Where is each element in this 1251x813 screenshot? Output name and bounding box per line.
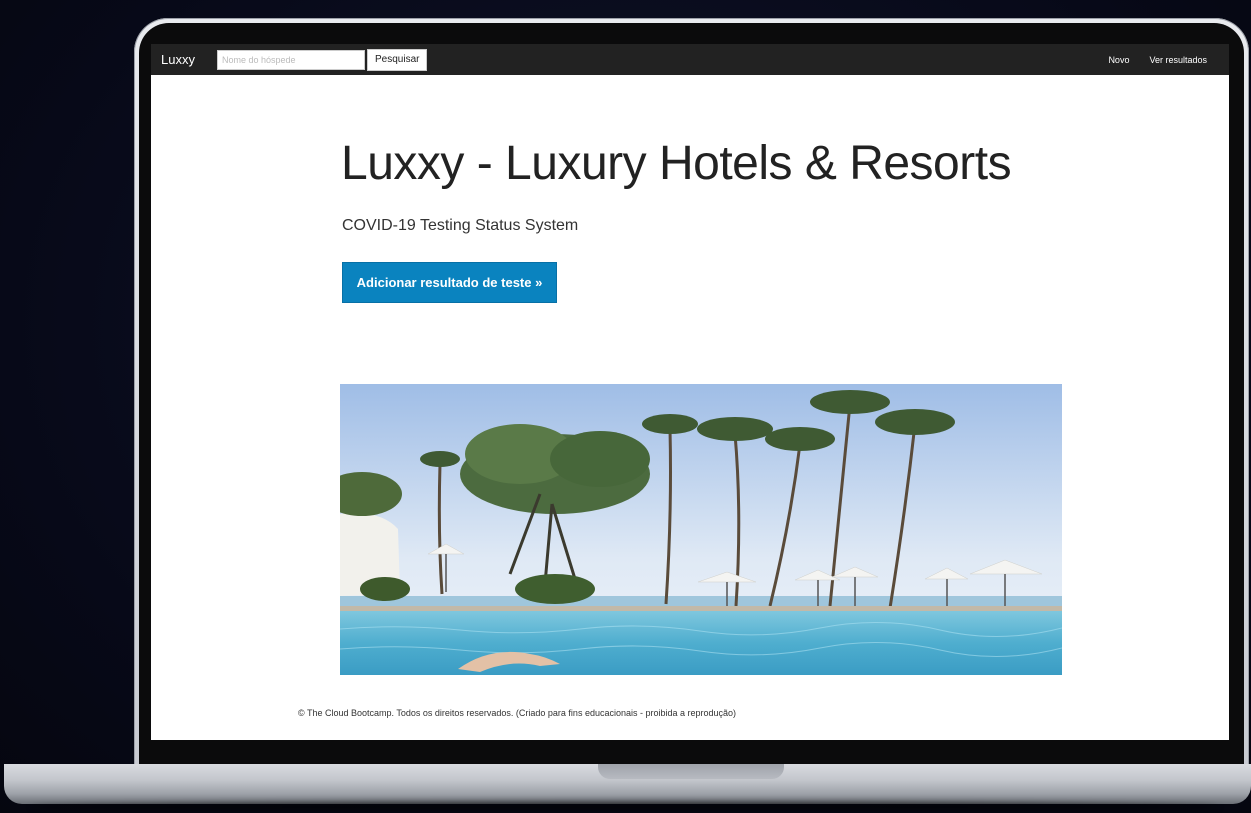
stage: Luxxy Pesquisar Novo Ver resultados Luxx… (0, 0, 1251, 813)
nav-link-results[interactable]: Ver resultados (1149, 55, 1207, 65)
resort-pool-image (340, 384, 1062, 675)
search-button[interactable]: Pesquisar (367, 48, 428, 71)
browser-screen: Luxxy Pesquisar Novo Ver resultados Luxx… (151, 44, 1229, 740)
page-subtitle: COVID-19 Testing Status System (342, 217, 579, 234)
nav-links: Novo Ver resultados (1108, 55, 1207, 65)
nav-link-new[interactable]: Novo (1108, 55, 1129, 65)
page-title: Luxxy - Luxury Hotels & Resorts (341, 137, 1012, 190)
add-test-result-button[interactable]: Adicionar resultado de teste » (342, 262, 557, 303)
search-input[interactable] (217, 49, 365, 70)
laptop-shadow (30, 802, 1220, 812)
laptop-hinge-notch (598, 764, 784, 779)
navbar: Luxxy Pesquisar Novo Ver resultados (151, 44, 1229, 75)
brand-link[interactable]: Luxxy (161, 52, 213, 67)
footer-copyright: © The Cloud Bootcamp. Todos os direitos … (298, 708, 737, 718)
